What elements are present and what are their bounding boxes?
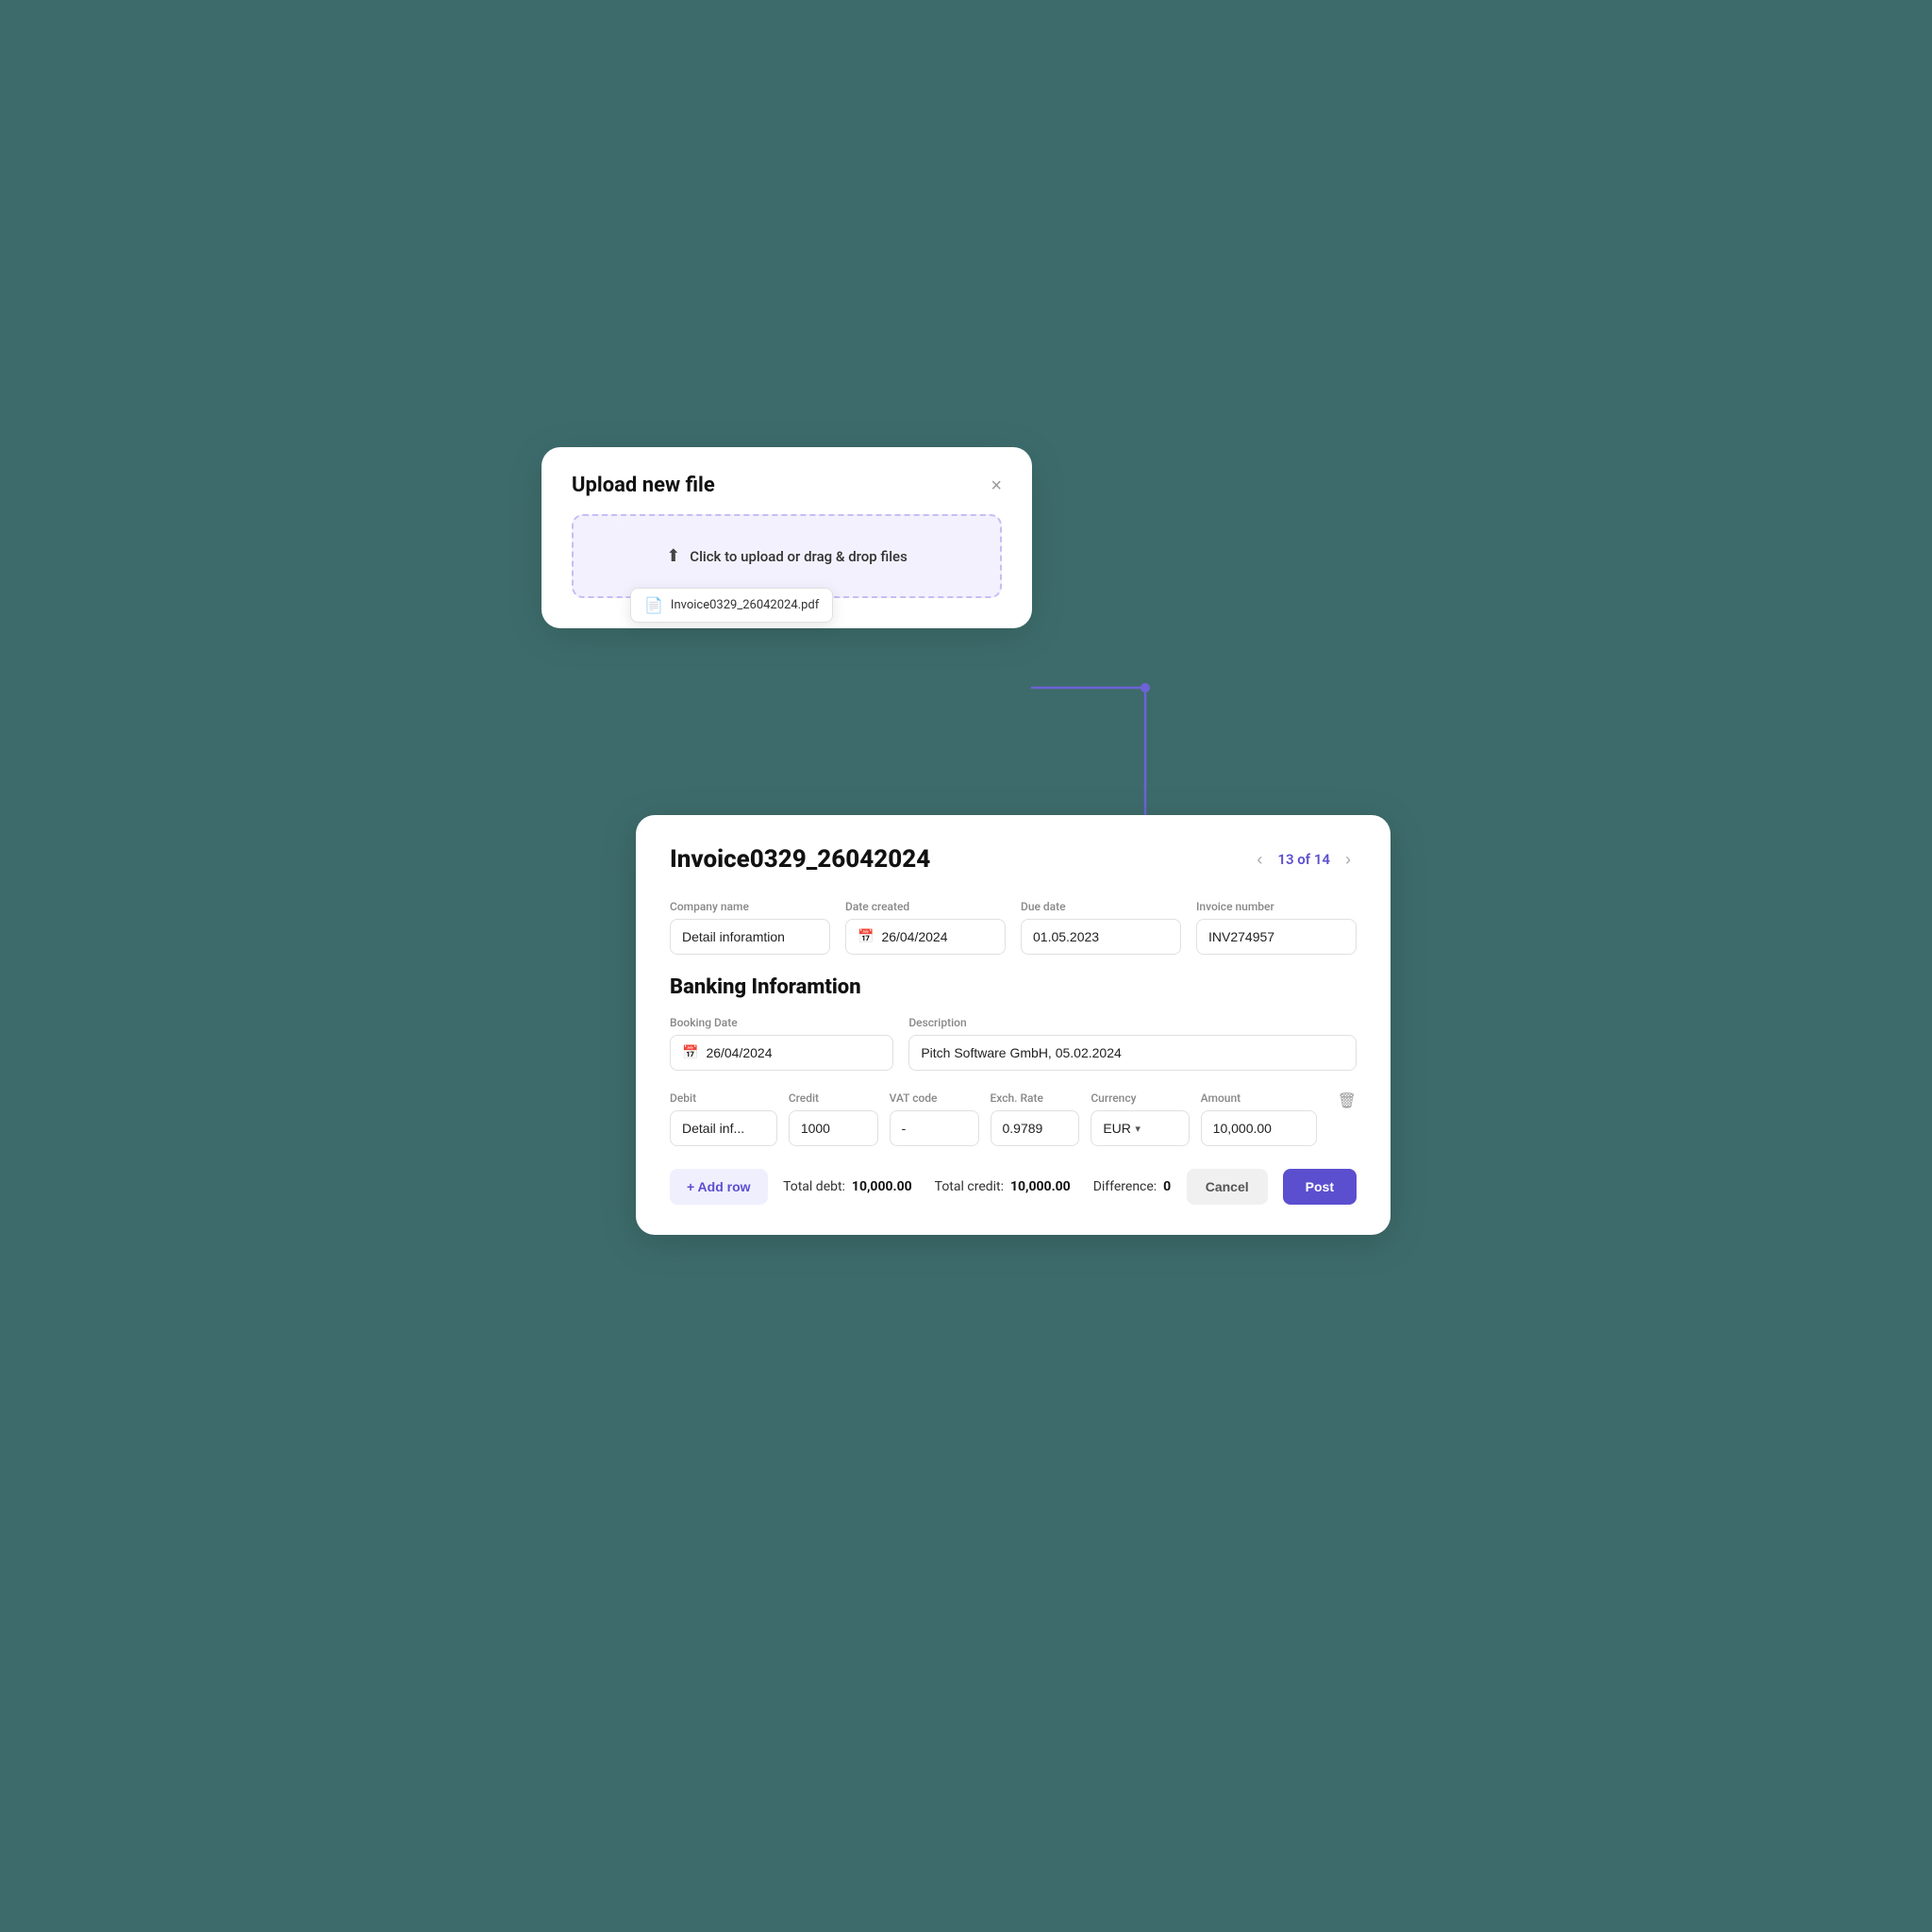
- booking-date-input[interactable]: 📅: [670, 1035, 893, 1071]
- invoice-dialog: Invoice0329_26042024 ‹ 13 of 14 › Compan…: [636, 815, 1391, 1235]
- upload-dialog: Upload new file × ⬆ Click to upload or d…: [541, 447, 1032, 628]
- amount-input[interactable]: [1201, 1110, 1317, 1146]
- difference: Difference: 0: [1093, 1179, 1172, 1194]
- vat-field[interactable]: [902, 1121, 967, 1136]
- calendar-icon-1: 📅: [858, 929, 874, 944]
- post-button[interactable]: Post: [1283, 1169, 1357, 1205]
- debit-label: Debit: [670, 1091, 777, 1105]
- date-created-input[interactable]: 📅: [845, 919, 1006, 955]
- currency-label: Currency: [1091, 1091, 1189, 1105]
- dragged-file-indicator: 📄 Invoice0329_26042024.pdf: [630, 588, 833, 623]
- invoice-title: Invoice0329_26042024: [670, 845, 930, 874]
- exch-rate-label: Exch. Rate: [991, 1091, 1080, 1105]
- delete-row-icon[interactable]: 🗑: [1338, 1091, 1357, 1109]
- description-input[interactable]: [908, 1035, 1357, 1071]
- upload-icon: ⬆: [666, 546, 680, 566]
- banking-section-title: Banking Inforamtion: [670, 975, 1357, 999]
- debit-group: Debit: [670, 1091, 777, 1146]
- currency-group: Currency EUR USD GBP ▾: [1091, 1091, 1189, 1146]
- add-row-button[interactable]: + Add row: [670, 1169, 768, 1205]
- date-created-group: Date created 📅: [845, 900, 1006, 955]
- pagination-prev-button[interactable]: ‹: [1251, 848, 1268, 872]
- invoice-number-label: Invoice number: [1196, 900, 1357, 913]
- credit-label: Credit: [789, 1091, 878, 1105]
- description-label: Description: [908, 1016, 1357, 1029]
- banking-row-1: Booking Date 📅 Description: [670, 1016, 1357, 1071]
- amount-group: Amount: [1201, 1091, 1317, 1146]
- due-date-field[interactable]: [1033, 929, 1169, 944]
- pagination-info: 13 of 14: [1277, 851, 1330, 868]
- invoice-footer: + Add row Total debt: 10,000.00 Total cr…: [670, 1169, 1357, 1205]
- due-date-group: Due date: [1021, 900, 1181, 955]
- booking-date-field[interactable]: [706, 1045, 881, 1060]
- credit-field[interactable]: [801, 1121, 866, 1136]
- invoice-fields-row: Company name Date created 📅 Due date: [670, 900, 1357, 955]
- vat-label: VAT code: [890, 1091, 979, 1105]
- calendar-icon-2: 📅: [682, 1045, 698, 1060]
- booking-date-label: Booking Date: [670, 1016, 893, 1029]
- total-debt: Total debt: 10,000.00: [783, 1179, 912, 1194]
- invoice-number-input[interactable]: [1196, 919, 1357, 955]
- invoice-pagination: ‹ 13 of 14 ›: [1251, 848, 1357, 872]
- pagination-next-button[interactable]: ›: [1340, 848, 1357, 872]
- chevron-down-icon: ▾: [1135, 1123, 1141, 1135]
- credit-group: Credit: [789, 1091, 878, 1146]
- date-created-label: Date created: [845, 900, 1006, 913]
- vat-group: VAT code: [890, 1091, 979, 1146]
- close-button[interactable]: ×: [991, 476, 1002, 495]
- footer-totals: Total debt: 10,000.00 Total credit: 10,0…: [783, 1179, 1172, 1194]
- due-date-input[interactable]: [1021, 919, 1181, 955]
- cancel-button[interactable]: Cancel: [1187, 1169, 1268, 1205]
- invoice-number-field[interactable]: [1208, 929, 1344, 944]
- invoice-header: Invoice0329_26042024 ‹ 13 of 14 ›: [670, 845, 1357, 874]
- amount-field[interactable]: [1213, 1121, 1305, 1136]
- debit-input[interactable]: [670, 1110, 777, 1146]
- upload-dropzone[interactable]: ⬆ Click to upload or drag & drop files 📄…: [572, 514, 1002, 598]
- banking-row-2: Debit Credit VAT code: [670, 1091, 1357, 1146]
- currency-input[interactable]: EUR USD GBP ▾: [1091, 1110, 1189, 1146]
- dragged-file-name: Invoice0329_26042024.pdf: [671, 598, 819, 612]
- delete-action-group: 🗑: [1328, 1091, 1357, 1146]
- exch-rate-input[interactable]: [991, 1110, 1080, 1146]
- amount-label: Amount: [1201, 1091, 1317, 1105]
- total-credit: Total credit: 10,000.00: [935, 1179, 1071, 1194]
- vat-input[interactable]: [890, 1110, 979, 1146]
- company-name-field[interactable]: [682, 929, 818, 944]
- file-icon: 📄: [644, 596, 663, 614]
- upload-dialog-title: Upload new file: [572, 474, 715, 497]
- description-field[interactable]: [921, 1045, 1344, 1060]
- description-group: Description: [908, 1016, 1357, 1071]
- credit-input[interactable]: [789, 1110, 878, 1146]
- exch-rate-field[interactable]: [1003, 1121, 1068, 1136]
- currency-select[interactable]: EUR USD GBP: [1103, 1121, 1131, 1136]
- upload-dropzone-text: Click to upload or drag & drop files: [690, 548, 908, 565]
- banking-section: Banking Inforamtion Booking Date 📅 Descr…: [670, 975, 1357, 1146]
- company-name-input[interactable]: [670, 919, 830, 955]
- debit-field[interactable]: [682, 1121, 765, 1136]
- booking-date-group: Booking Date 📅: [670, 1016, 893, 1071]
- company-name-label: Company name: [670, 900, 830, 913]
- upload-dialog-header: Upload new file ×: [572, 474, 1002, 497]
- company-name-group: Company name: [670, 900, 830, 955]
- invoice-number-group: Invoice number: [1196, 900, 1357, 955]
- date-created-field[interactable]: [881, 929, 993, 944]
- exch-rate-group: Exch. Rate: [991, 1091, 1080, 1146]
- due-date-label: Due date: [1021, 900, 1181, 913]
